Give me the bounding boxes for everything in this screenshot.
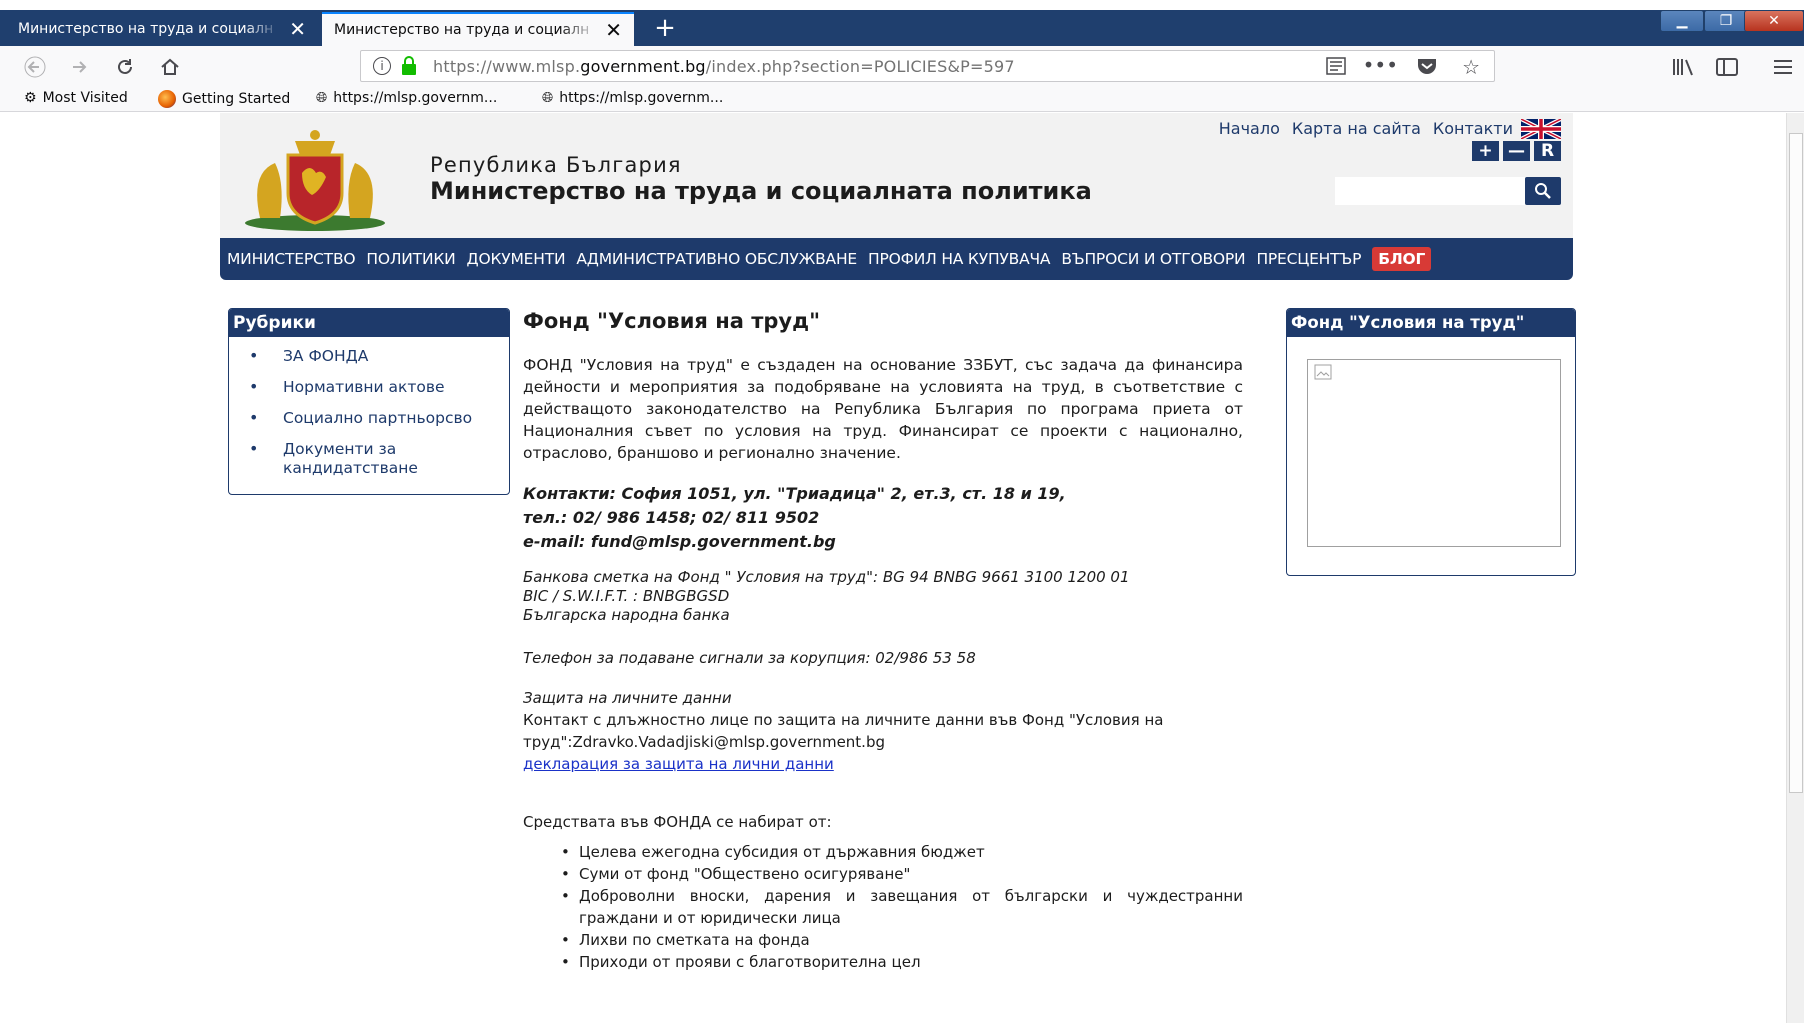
nav-faq[interactable]: ВЪПРОСИ И ОТГОВОРИ <box>1061 250 1245 268</box>
intro-paragraph: ФОНД "Условия на труд" е създаден на осн… <box>523 356 1243 462</box>
close-tab-icon[interactable]: ✕ <box>289 17 306 41</box>
sidebar-item-regulations[interactable]: Нормативни актове <box>249 377 509 397</box>
bank-account: Банкова сметка на Фонд " Условия на труд… <box>523 568 1130 586</box>
search-button[interactable] <box>1525 177 1561 205</box>
bookmark-most-visited[interactable]: ⚙ Most Visited <box>24 90 128 106</box>
vertical-scrollbar[interactable] <box>1786 113 1804 1023</box>
privacy-declaration-link[interactable]: декларация за защита на лични данни <box>523 755 834 773</box>
decrease-font-button[interactable]: — <box>1503 141 1530 161</box>
tab-label: Министерство на труда и социалн <box>334 22 590 38</box>
sidebar-item-partnership[interactable]: Социално партньорсво <box>249 408 509 428</box>
restore-window-icon[interactable]: ❐ <box>1704 10 1748 32</box>
list-item: Доброволни вноски, дарения и завещания о… <box>561 885 1243 929</box>
republic-title: Република България <box>430 153 682 177</box>
list-item: Лихви по сметката на фонда <box>561 929 1243 951</box>
browser-tab-2[interactable]: Министерство на труда и социалн ✕ <box>322 12 634 46</box>
search-icon <box>1535 183 1551 199</box>
gear-icon: ⚙ <box>24 90 37 106</box>
sidebar-rubrics: Рубрики ЗА ФОНДА Нормативни актове Социа… <box>228 308 510 495</box>
lock-icon[interactable] <box>401 56 417 80</box>
tab-label: Министерство на труда и социалн <box>18 21 274 37</box>
pocket-icon[interactable] <box>1416 57 1438 79</box>
bank-block: Банкова сметка на Фонд " Условия на труд… <box>523 568 1243 625</box>
close-window-icon[interactable]: ✕ <box>1744 10 1804 32</box>
uk-flag-icon[interactable] <box>1520 117 1562 141</box>
page-title: Фонд "Условия на труд" <box>523 309 821 333</box>
sidebar-title: Рубрики <box>229 309 509 337</box>
broken-image-icon <box>1314 364 1332 380</box>
bookmark-star-icon[interactable]: ☆ <box>1462 55 1480 79</box>
bookmark-label: https://mlsp.governm... <box>559 90 724 106</box>
main-content: Фонд "Условия на труд" ФОНД "Условия на … <box>523 308 1243 973</box>
sitemap-link[interactable]: Карта на сайта <box>1292 119 1421 138</box>
bookmarks-toolbar: ⚙ Most Visited Getting Started 🌐︎ https:… <box>0 86 1804 112</box>
increase-font-button[interactable]: + <box>1472 141 1499 161</box>
bookmark-mlsp-2[interactable]: 🌐︎ https://mlsp.governm... <box>542 90 723 106</box>
reload-icon[interactable] <box>110 52 140 82</box>
minimize-window-icon[interactable]: ▁ <box>1660 10 1704 32</box>
globe-icon: 🌐︎ <box>316 90 328 106</box>
contact-email: e-mail: fund@mlsp.government.bg <box>523 532 836 551</box>
top-links: Начало Карта на сайта Контакти <box>1219 119 1513 138</box>
contact-address: Контакти: София 1051, ул. "Триадица" 2, … <box>523 484 1066 503</box>
bookmark-label: https://mlsp.governm... <box>333 90 498 106</box>
nav-ministry[interactable]: МИНИСТЕРСТВО <box>227 250 356 268</box>
bookmark-mlsp-1[interactable]: 🌐︎ https://mlsp.governm... <box>316 90 497 106</box>
fund-box-title: Фонд "Условия на труд" <box>1287 309 1575 337</box>
contact-block: Контакти: София 1051, ул. "Триадица" 2, … <box>523 482 1243 554</box>
globe-icon: 🌐︎ <box>542 90 554 106</box>
bookmark-label: Most Visited <box>42 90 128 106</box>
contacts-link[interactable]: Контакти <box>1433 119 1513 138</box>
sidebar-toggle-icon[interactable] <box>1712 52 1742 82</box>
reset-font-button[interactable]: R <box>1534 141 1561 161</box>
coat-of-arms-logo[interactable] <box>240 123 390 233</box>
list-item: Целева ежегодна субсидия от държавния бю… <box>561 841 1243 863</box>
bookmark-getting-started[interactable]: Getting Started <box>158 90 290 108</box>
nav-press-center[interactable]: ПРЕСЦЕНТЪР <box>1256 250 1361 268</box>
close-tab-icon[interactable]: ✕ <box>605 18 622 42</box>
back-icon[interactable] <box>20 52 50 82</box>
library-icon[interactable] <box>1668 52 1698 82</box>
nav-buyer-profile[interactable]: ПРОФИЛ НА КУПУВАЧА <box>868 250 1051 268</box>
font-size-controls: + — R <box>1472 141 1561 161</box>
list-item: Приходи от прояви с благотворителна цел <box>561 951 1243 973</box>
nav-documents[interactable]: ДОКУМЕНТИ <box>467 250 566 268</box>
forward-icon[interactable] <box>64 52 94 82</box>
nav-policies[interactable]: ПОЛИТИКИ <box>366 250 455 268</box>
firefox-icon <box>158 90 176 108</box>
reader-view-icon[interactable] <box>1326 57 1346 79</box>
bookmark-label: Getting Started <box>182 91 291 107</box>
bank-bic: BIC / S.W.I.F.T. : BNBGBGSD <box>523 587 730 605</box>
privacy-contact: Контакт с длъжностно лице по защита на л… <box>523 711 1164 751</box>
privacy-title: Защита на личните данни <box>523 689 732 707</box>
main-navigation: МИНИСТЕРСТВО ПОЛИТИКИ ДОКУМЕНТИ АДМИНИСТ… <box>220 238 1573 280</box>
nav-blog[interactable]: БЛОГ <box>1372 247 1432 271</box>
funds-intro: Средствата във ФОНДА се набират от: <box>523 813 832 831</box>
sidebar-item-about[interactable]: ЗА ФОНДА <box>249 346 509 366</box>
menu-icon[interactable] <box>1768 52 1798 82</box>
broken-image-placeholder <box>1307 359 1561 547</box>
funds-list: Целева ежегодна субсидия от държавния бю… <box>523 841 1243 973</box>
info-icon[interactable]: i <box>373 57 391 75</box>
fund-side-box: Фонд "Условия на труд" <box>1286 308 1576 576</box>
page-actions-icon[interactable]: ••• <box>1363 53 1398 77</box>
site-search-input[interactable] <box>1335 177 1525 205</box>
browser-tab-1[interactable]: Министерство на труда и социалн ✕ <box>6 12 318 46</box>
url-text: https://www.mlsp.government.bg/index.php… <box>433 56 1015 76</box>
browser-titlebar: Министерство на труда и социалн ✕ Минист… <box>0 0 1804 46</box>
site-header: Република България Министерство на труда… <box>220 113 1573 238</box>
contact-phone: тел.: 02/ 986 1458; 02/ 811 9502 <box>523 508 820 527</box>
sidebar-item-application-docs[interactable]: Документи за кандидатстване <box>249 439 509 478</box>
new-tab-icon[interactable]: + <box>650 12 680 44</box>
list-item: Суми от фонд "Обществено осигуряване" <box>561 863 1243 885</box>
corruption-phone: Телефон за подаване сигнали за корупция:… <box>523 649 976 667</box>
url-bar[interactable]: i https://www.mlsp.government.bg/index.p… <box>360 50 1495 82</box>
home-icon[interactable] <box>155 52 185 82</box>
ministry-title[interactable]: Министерство на труда и социалната полит… <box>430 177 1092 205</box>
home-link[interactable]: Начало <box>1219 119 1280 138</box>
bank-name: Българска народна банка <box>523 606 730 624</box>
nav-admin-services[interactable]: АДМИНИСТРАТИВНО ОБСЛУЖВАНЕ <box>576 250 857 268</box>
scrollbar-thumb[interactable] <box>1789 133 1803 793</box>
